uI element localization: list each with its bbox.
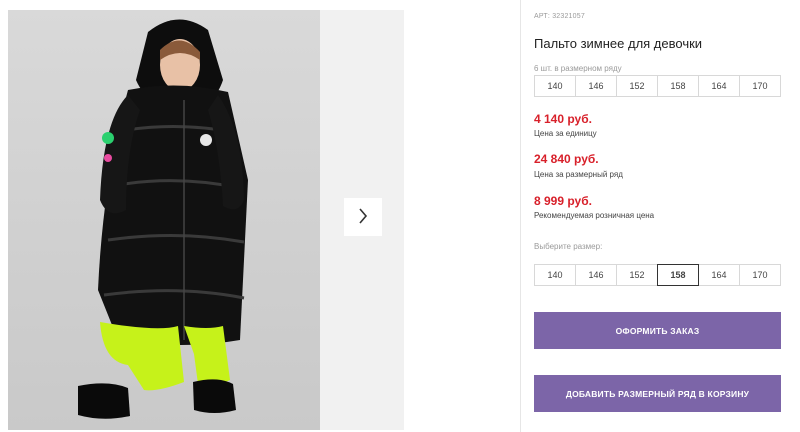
size-row-cell: 152 — [616, 75, 658, 97]
add-size-row-to-cart-button[interactable]: ДОБАВИТЬ РАЗМЕРНЫЙ РЯД В КОРЗИНУ — [534, 375, 781, 412]
size-option[interactable]: 140 — [534, 264, 576, 286]
retail-price: 8 999 руб. — [534, 194, 592, 208]
size-option[interactable]: 152 — [616, 264, 658, 286]
size-row-cell: 140 — [534, 75, 576, 97]
size-row-note: 6 шт. в размерном ряду — [534, 64, 622, 73]
size-picker: 140 146 152 158 164 170 — [534, 264, 781, 286]
size-row-price-label: Цена за размерный ряд — [534, 170, 623, 179]
size-option-selected[interactable]: 158 — [657, 264, 699, 286]
size-row-cell: 170 — [739, 75, 781, 97]
size-row-cell: 164 — [698, 75, 740, 97]
size-row-cell: 146 — [575, 75, 617, 97]
article-number: АРТ: 32321057 — [534, 13, 585, 20]
size-picker-label: Выберите размер: — [534, 242, 603, 251]
product-photo-illustration — [78, 19, 248, 419]
product-title: Пальто зимнее для девочки — [534, 36, 703, 51]
unit-price-label: Цена за единицу — [534, 129, 597, 138]
size-option[interactable]: 164 — [698, 264, 740, 286]
chevron-right-icon — [358, 207, 368, 227]
unit-price: 4 140 руб. — [534, 112, 592, 126]
place-order-button[interactable]: ОФОРМИТЬ ЗАКАЗ — [534, 312, 781, 349]
panel-divider — [520, 0, 521, 432]
product-photo — [8, 10, 320, 430]
size-option[interactable]: 170 — [739, 264, 781, 286]
size-row-price: 24 840 руб. — [534, 152, 599, 166]
next-image-button[interactable] — [344, 198, 382, 236]
size-row-table: 140 146 152 158 164 170 — [534, 75, 781, 97]
product-gallery — [0, 0, 520, 432]
size-option[interactable]: 146 — [575, 264, 617, 286]
retail-price-label: Рекомендуемая розничная цена — [534, 211, 655, 220]
size-row-cell: 158 — [657, 75, 699, 97]
